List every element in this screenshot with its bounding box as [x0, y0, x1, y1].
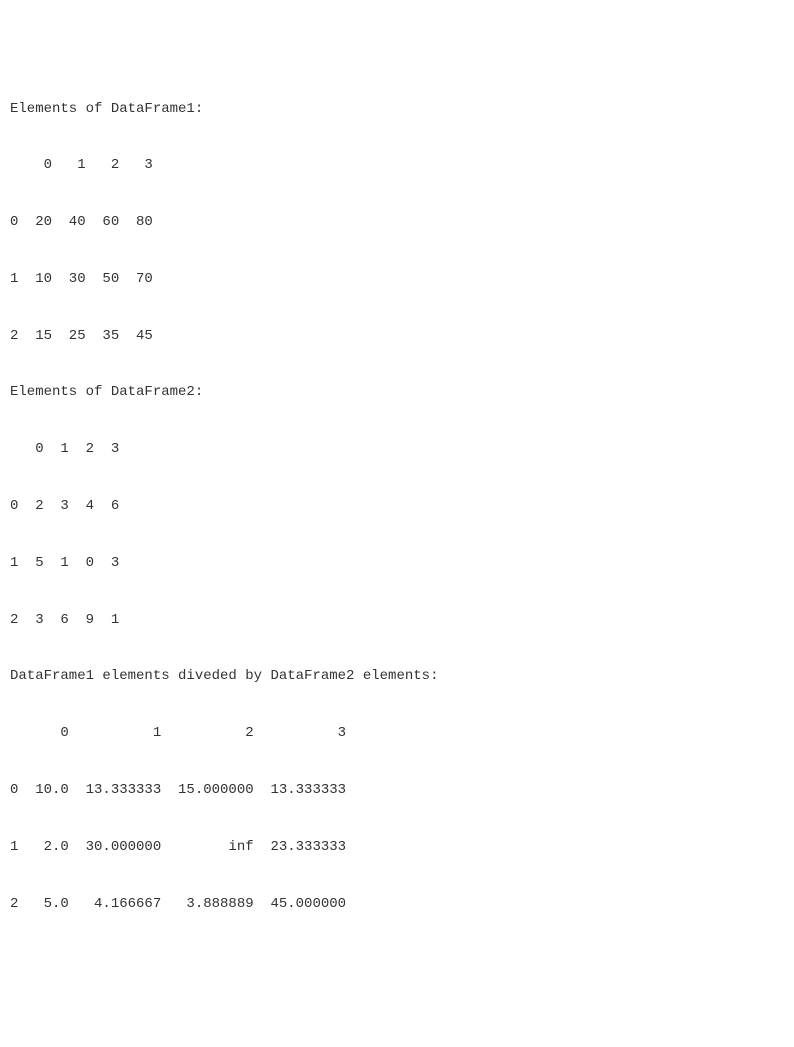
df2-row-2: 2 3 6 9 1: [10, 609, 784, 631]
division-header: 0 1 2 3: [10, 722, 784, 744]
df2-row-0: 0 2 3 4 6: [10, 495, 784, 517]
division-row-2: 2 5.0 4.166667 3.888889 45.000000: [10, 893, 784, 915]
division-title: DataFrame1 elements diveded by DataFrame…: [10, 665, 784, 687]
df2-header: 0 1 2 3: [10, 438, 784, 460]
df1-row-1: 1 10 30 50 70: [10, 268, 784, 290]
division-row-1: 1 2.0 30.000000 inf 23.333333: [10, 836, 784, 858]
df1-row-2: 2 15 25 35 45: [10, 325, 784, 347]
df1-header: 0 1 2 3: [10, 154, 784, 176]
df1-title: Elements of DataFrame1:: [10, 98, 784, 120]
df2-title: Elements of DataFrame2:: [10, 381, 784, 403]
df2-row-1: 1 5 1 0 3: [10, 552, 784, 574]
df1-row-0: 0 20 40 60 80: [10, 211, 784, 233]
division-row-0: 0 10.0 13.333333 15.000000 13.333333: [10, 779, 784, 801]
